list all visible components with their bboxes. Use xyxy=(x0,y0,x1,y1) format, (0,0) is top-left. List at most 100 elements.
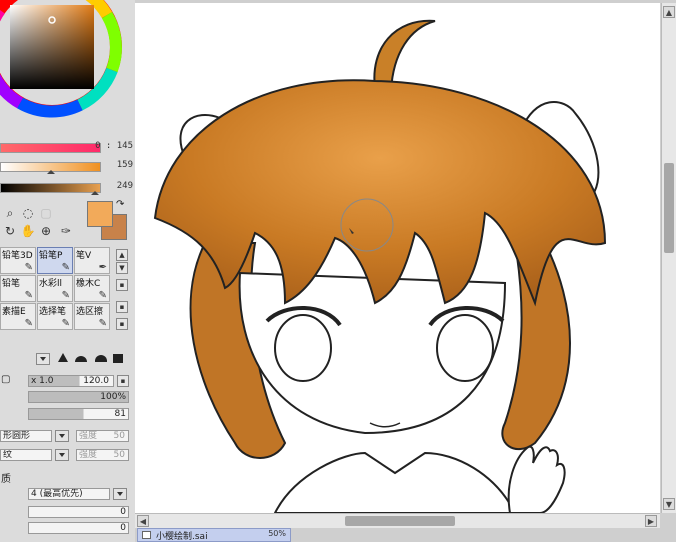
brush-shape-selector[interactable] xyxy=(55,350,130,366)
brush-slot[interactable]: 选择笔 ✎ xyxy=(37,303,73,330)
edge-hardness-value: 0 xyxy=(120,507,126,517)
brush-slot[interactable]: 水彩ll ✎ xyxy=(37,275,73,302)
brush-slot[interactable]: 选区擦 ✎ xyxy=(74,303,110,330)
foreground-color-swatch[interactable] xyxy=(87,201,113,227)
min-density-value: 0 xyxy=(120,523,126,533)
document-zoom: 50% xyxy=(268,529,286,538)
eyedropper-icon[interactable]: ✑ xyxy=(58,223,74,239)
tool-panel: 0 : 145 159 249 ⌕ ◌ ▢ ↻ ✋ ⊕ ✑ ↷ 铅笔3D ✎ 铅… xyxy=(0,0,135,542)
brush-label: 笔V xyxy=(76,251,92,261)
saturation-slider[interactable]: 159 xyxy=(0,159,135,174)
lasso-icon[interactable]: ◌ xyxy=(20,205,36,221)
min-size-slider[interactable]: 81 xyxy=(28,408,129,420)
texture-row: 纹 强度 50 xyxy=(0,448,135,462)
brush-icon: ✎ xyxy=(61,262,70,273)
quality-label: 质 xyxy=(1,474,11,485)
magnify-icon[interactable]: ⌕ xyxy=(2,205,18,221)
quality-field[interactable]: 4 (最高优先) xyxy=(28,488,110,500)
horizontal-scroll-thumb[interactable] xyxy=(345,516,455,526)
brush-icon: ✎ xyxy=(24,290,33,301)
brush-label: 水彩ll xyxy=(39,279,63,289)
texture-strength-field[interactable]: 强度 50 xyxy=(76,449,129,461)
brush-size-row: ▢ x 1.0 120.0 ▪ xyxy=(0,374,135,388)
quality-dropdown[interactable] xyxy=(113,488,127,500)
brush-scroll-down-button[interactable]: ▼ xyxy=(116,262,128,274)
brush-label: 铅笔 xyxy=(2,279,21,289)
texture-dropdown[interactable] xyxy=(55,449,69,461)
brush-label: 选择笔 xyxy=(39,307,67,317)
brush-grid: 铅笔3D ✎ 铅笔P ✎ 笔V ✒ 铅笔 ✎ 水彩ll ✎ 橡木C ✎ 素描E … xyxy=(0,247,113,331)
saturation-marker[interactable] xyxy=(47,170,55,174)
brush-label: 铅笔3D xyxy=(2,251,33,261)
edge-hardness-row: 0 xyxy=(0,505,135,519)
hand-icon[interactable]: ✋ xyxy=(20,223,36,239)
min-density-row: 0 xyxy=(0,521,135,535)
brush-icon: ✎ xyxy=(98,290,107,301)
vertical-scrollbar[interactable]: ▲ ▼ xyxy=(661,3,676,513)
blank-tool-icon[interactable]: ▢ xyxy=(38,205,54,221)
scroll-left-arrow[interactable]: ◀ xyxy=(137,515,149,527)
brush-icon: ✎ xyxy=(61,290,70,301)
quality-value: 4 (最高优先) xyxy=(31,489,83,499)
blend-strength-label: 强度 xyxy=(79,431,98,441)
value-slider[interactable]: 249 xyxy=(0,180,135,195)
texture-field[interactable]: 纹 xyxy=(0,449,52,461)
shape-triangle-icon[interactable] xyxy=(58,353,68,362)
shape-flat-icon[interactable] xyxy=(75,356,87,362)
brush-shape-row: 形圆形 强度 50 xyxy=(0,429,135,443)
drawing-canvas[interactable] xyxy=(135,3,660,513)
brush-slot[interactable]: 笔V ✒ xyxy=(74,247,110,274)
brush-shape-field[interactable]: 形圆形 xyxy=(0,430,52,442)
brush-size-slider[interactable]: x 1.0 120.0 xyxy=(28,375,114,387)
document-tab[interactable]: 小樱绘制.sai 50% xyxy=(137,528,291,542)
vertical-scroll-thumb[interactable] xyxy=(664,163,674,253)
brush-options-button-3[interactable]: ▪ xyxy=(116,318,128,330)
brush-label: 素描E xyxy=(2,307,26,317)
brush-options-button-2[interactable]: ▪ xyxy=(116,301,128,313)
brush-label: 铅笔P xyxy=(39,251,63,261)
brush-density-row: 100% xyxy=(0,390,135,404)
texture-strength-value: 50 xyxy=(113,450,125,460)
value-marker[interactable] xyxy=(91,191,99,195)
brush-shape-field-dropdown[interactable] xyxy=(55,430,69,442)
value-value: 249 xyxy=(116,181,133,191)
quality-row: 4 (最高优先) xyxy=(0,487,135,501)
density-value: 100% xyxy=(100,392,126,402)
brush-icon: ✎ xyxy=(61,318,70,329)
brush-slot[interactable]: 铅笔3D ✎ xyxy=(0,247,36,274)
blend-strength-field[interactable]: 强度 50 xyxy=(76,430,129,442)
scroll-up-arrow[interactable]: ▲ xyxy=(663,6,675,18)
edge-hardness-slider[interactable]: 0 xyxy=(28,506,129,518)
size-value: 120.0 xyxy=(83,376,109,386)
saturation-value: 159 xyxy=(116,160,133,170)
texture-strength-label: 强度 xyxy=(79,450,98,460)
size-toggle-button[interactable]: ▪ xyxy=(117,375,129,387)
zoom-icon[interactable]: ⊕ xyxy=(38,223,54,239)
shape-square-icon[interactable] xyxy=(113,354,123,363)
horizontal-scrollbar[interactable]: ◀ ▶ xyxy=(135,513,660,528)
color-wheel[interactable] xyxy=(0,0,125,120)
min-density-slider[interactable]: 0 xyxy=(28,522,129,534)
brush-options-button[interactable]: ▪ xyxy=(116,279,128,291)
brush-slot[interactable]: 橡木C ✎ xyxy=(74,275,110,302)
brush-label: 选区擦 xyxy=(76,307,104,317)
document-title: 小樱绘制.sai xyxy=(156,532,208,542)
rotate-icon[interactable]: ↻ xyxy=(2,223,18,239)
brush-scroll-up-button[interactable]: ▲ xyxy=(116,249,128,261)
brush-density-slider[interactable]: 100% xyxy=(28,391,129,403)
brush-slot[interactable]: 素描E ✎ xyxy=(0,303,36,330)
canvas-frame: ▲ ▼ ◀ ▶ xyxy=(135,0,676,542)
brush-slot[interactable]: 铅笔 ✎ xyxy=(0,275,36,302)
scroll-right-arrow[interactable]: ▶ xyxy=(645,515,657,527)
brush-icon: ✎ xyxy=(24,262,33,273)
brush-shape-dropdown[interactable] xyxy=(36,353,50,365)
hue-slider[interactable]: 0 : 145 xyxy=(0,140,135,154)
brush-icon: ✎ xyxy=(98,318,107,329)
brush-slot-selected[interactable]: 铅笔P ✎ xyxy=(37,247,73,274)
swap-colors-icon[interactable]: ↷ xyxy=(116,199,124,210)
brush-shape-value: 形圆形 xyxy=(3,431,31,441)
shape-round-icon[interactable] xyxy=(95,355,107,362)
scroll-down-arrow[interactable]: ▼ xyxy=(663,498,675,510)
blend-strength-value: 50 xyxy=(113,431,125,441)
artwork-chibi-girl xyxy=(153,19,607,513)
